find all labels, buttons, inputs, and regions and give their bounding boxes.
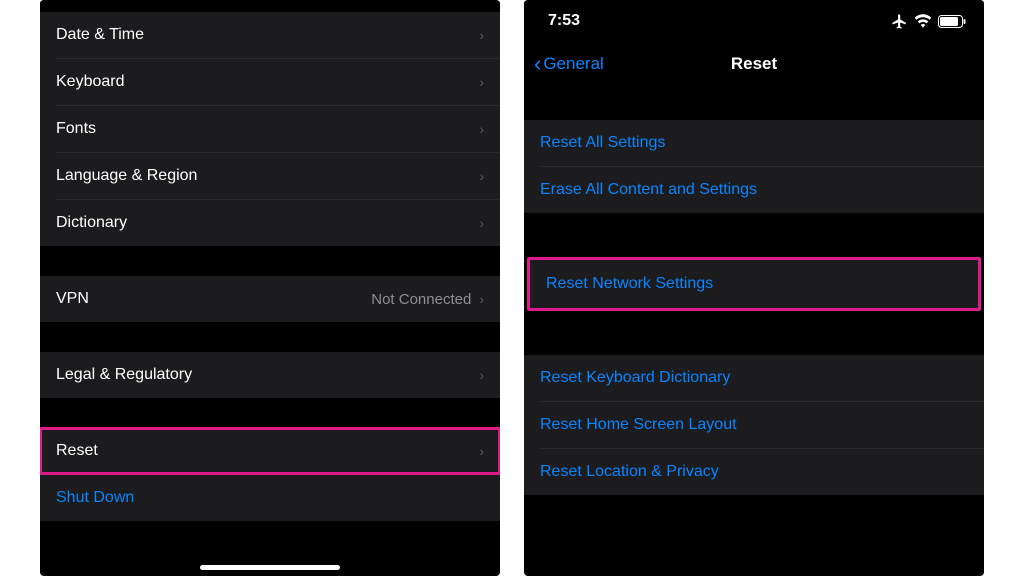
row-reset-location-privacy[interactable]: Reset Location & Privacy — [524, 449, 984, 495]
row-label: Reset Network Settings — [546, 275, 962, 293]
phone-general-settings: Date & Time › Keyboard › Fonts › Languag… — [40, 0, 500, 576]
settings-group-vpn: VPN Not Connected › — [40, 276, 500, 322]
row-label: Reset All Settings — [540, 134, 968, 152]
status-time: 7:53 — [548, 12, 891, 30]
row-vpn[interactable]: VPN Not Connected › — [40, 276, 500, 322]
stage: Date & Time › Keyboard › Fonts › Languag… — [0, 0, 1024, 576]
row-label: Reset Home Screen Layout — [540, 416, 968, 434]
battery-icon — [938, 15, 966, 28]
settings-group-legal: Legal & Regulatory › — [40, 352, 500, 398]
row-label: Erase All Content and Settings — [540, 181, 968, 199]
status-bar: 7:53 — [524, 0, 984, 42]
row-label: Shut Down — [56, 489, 484, 507]
row-keyboard[interactable]: Keyboard › — [40, 59, 500, 105]
reset-group-1: Reset All Settings Erase All Content and… — [524, 120, 984, 213]
row-dictionary[interactable]: Dictionary › — [40, 200, 500, 246]
nav-bar: ‹ General Reset — [524, 42, 984, 86]
wifi-icon — [914, 14, 932, 28]
row-shutdown[interactable]: Shut Down — [40, 475, 500, 521]
row-label: Dictionary — [56, 214, 479, 232]
airplane-icon — [891, 13, 908, 30]
row-date-time[interactable]: Date & Time › — [40, 12, 500, 58]
settings-group-1: Date & Time › Keyboard › Fonts › Languag… — [40, 12, 500, 246]
row-reset-all[interactable]: Reset All Settings — [524, 120, 984, 166]
row-reset-keyboard-dict[interactable]: Reset Keyboard Dictionary — [524, 355, 984, 401]
row-label: Legal & Regulatory — [56, 366, 479, 384]
reset-network-highlight: Reset Network Settings — [527, 257, 981, 311]
row-fonts[interactable]: Fonts › — [40, 106, 500, 152]
reset-group-3: Reset Keyboard Dictionary Reset Home Scr… — [524, 355, 984, 495]
back-button[interactable]: ‹ General — [534, 53, 604, 75]
row-value: Not Connected — [371, 291, 471, 308]
chevron-right-icon: › — [479, 28, 484, 42]
row-label: Keyboard — [56, 73, 479, 91]
status-icons — [891, 13, 966, 30]
row-label: Reset Location & Privacy — [540, 463, 968, 481]
row-reset[interactable]: Reset › — [40, 428, 500, 474]
chevron-right-icon: › — [479, 292, 484, 306]
home-indicator[interactable] — [200, 565, 340, 570]
chevron-left-icon: ‹ — [534, 53, 541, 75]
row-label: Language & Region — [56, 167, 479, 185]
chevron-right-icon: › — [479, 75, 484, 89]
row-label: VPN — [56, 290, 371, 308]
row-language-region[interactable]: Language & Region › — [40, 153, 500, 199]
row-reset-network[interactable]: Reset Network Settings — [530, 260, 978, 308]
row-erase-all[interactable]: Erase All Content and Settings — [524, 167, 984, 213]
row-label: Reset Keyboard Dictionary — [540, 369, 968, 387]
row-label: Fonts — [56, 120, 479, 138]
chevron-right-icon: › — [479, 216, 484, 230]
row-reset-home-layout[interactable]: Reset Home Screen Layout — [524, 402, 984, 448]
chevron-right-icon: › — [479, 169, 484, 183]
row-legal[interactable]: Legal & Regulatory › — [40, 352, 500, 398]
row-label: Date & Time — [56, 26, 479, 44]
chevron-right-icon: › — [479, 122, 484, 136]
back-label: General — [543, 54, 603, 74]
chevron-right-icon: › — [479, 444, 484, 458]
phone-reset-screen: 7:53 ‹ General Reset — [524, 0, 984, 576]
row-label: Reset — [56, 442, 479, 460]
settings-group-reset: Reset › Shut Down — [40, 428, 500, 521]
chevron-right-icon: › — [479, 368, 484, 382]
